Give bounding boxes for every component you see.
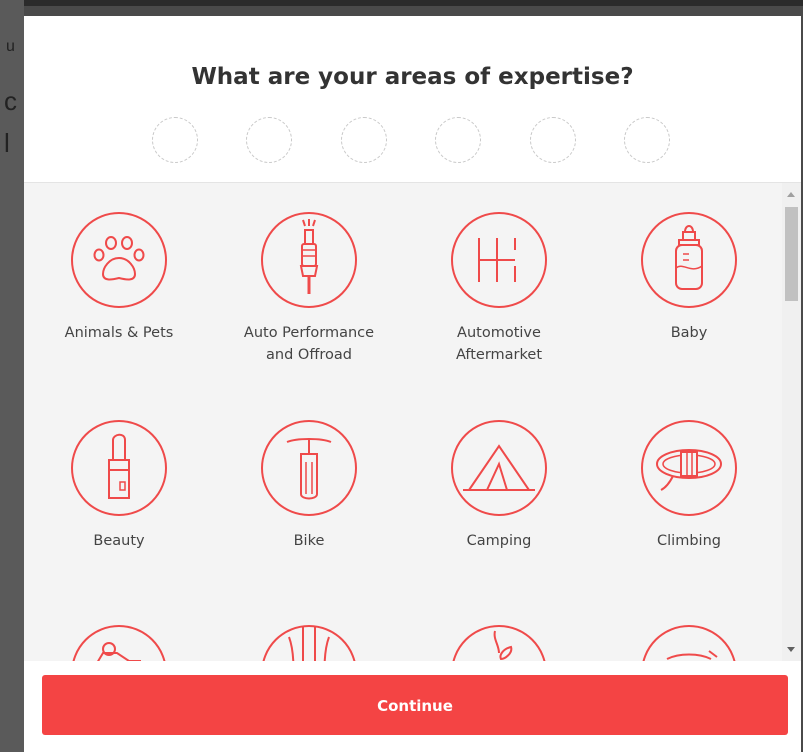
category-baby[interactable]: Baby	[594, 210, 782, 344]
category-label: Climbing	[657, 533, 721, 549]
scrollbar-thumb[interactable]	[785, 207, 798, 301]
tent-icon	[451, 420, 547, 516]
category-partial[interactable]	[404, 623, 594, 661]
background-top-bar	[0, 0, 803, 6]
expertise-modal: What are your areas of expertise? Animal…	[24, 16, 801, 752]
background-text-fragment: u	[6, 38, 15, 55]
scroll-down-arrow-icon[interactable]	[787, 647, 795, 652]
scooter-icon	[72, 625, 166, 661]
category-partial[interactable]	[594, 623, 782, 661]
bike-fork-icon	[261, 420, 357, 516]
category-label: Animals & Pets	[64, 325, 174, 341]
modal-footer: Continue	[24, 661, 801, 752]
selection-slot	[341, 117, 387, 163]
category-label-line: and Offroad	[266, 347, 352, 363]
selection-slot	[624, 117, 670, 163]
selection-slots	[152, 117, 672, 167]
category-label-line: Automotive	[457, 325, 541, 341]
selection-slot	[435, 117, 481, 163]
category-partial[interactable]	[214, 623, 404, 661]
category-beauty[interactable]: Beauty	[24, 418, 214, 552]
baby-bottle-icon	[641, 212, 737, 308]
rope-icon	[641, 420, 737, 516]
selection-slot	[530, 117, 576, 163]
category-label-line: Auto Performance	[243, 325, 375, 341]
category-label: Camping	[466, 533, 532, 549]
basketball-icon	[262, 625, 356, 661]
lipstick-icon	[71, 420, 167, 516]
category-camping[interactable]: Camping	[404, 418, 594, 552]
selection-slot	[246, 117, 292, 163]
category-label-line: Aftermarket	[455, 347, 543, 363]
category-automotive-aftermarket[interactable]: Automotive Aftermarket	[404, 210, 594, 366]
continue-button[interactable]: Continue	[42, 675, 788, 735]
scroll-up-arrow-icon[interactable]	[787, 192, 795, 197]
background-text-fragment: l	[4, 128, 10, 158]
spark-plug-icon	[261, 212, 357, 308]
category-bike[interactable]: Bike	[214, 418, 404, 552]
fishing-icon	[642, 625, 736, 661]
grid-scrollbar[interactable]	[782, 183, 801, 661]
category-label: Bike	[293, 533, 325, 549]
boat-icon	[452, 625, 546, 661]
category-auto-performance[interactable]: Auto Performance and Offroad	[214, 210, 404, 366]
category-grid: Animals & Pets Auto Performance and Offr…	[24, 183, 782, 661]
modal-header: What are your areas of expertise?	[24, 16, 801, 183]
modal-title: What are your areas of expertise?	[191, 64, 634, 90]
category-label: Auto Performance and Offroad	[214, 322, 404, 366]
category-label: Automotive Aftermarket	[404, 322, 594, 366]
category-animals-pets[interactable]: Animals & Pets	[24, 210, 214, 344]
category-climbing[interactable]: Climbing	[594, 418, 782, 552]
category-partial[interactable]	[24, 623, 214, 661]
gear-shift-icon	[451, 212, 547, 308]
background-text-fragment: c	[4, 86, 17, 116]
category-label: Beauty	[93, 533, 145, 549]
category-label: Baby	[670, 325, 708, 341]
selection-slot	[152, 117, 198, 163]
paw-icon	[71, 212, 167, 308]
